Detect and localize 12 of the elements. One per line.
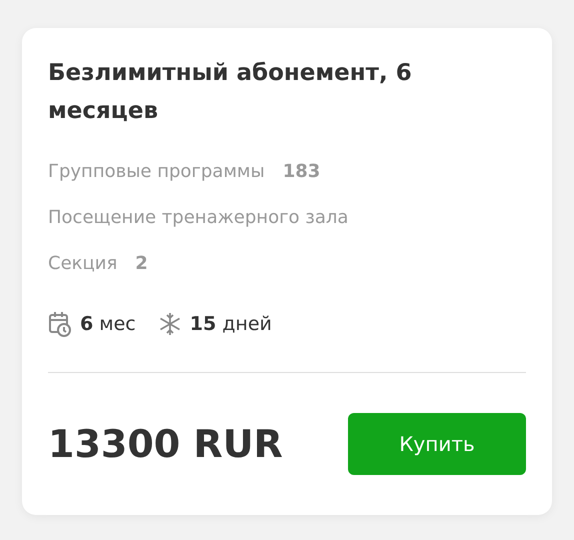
duration-term: 6 мес xyxy=(80,313,136,335)
price: 13300 RUR xyxy=(48,422,283,466)
plan-title: Безлимитный абонемент, 6 месяцев xyxy=(48,59,413,126)
snowflake-icon xyxy=(158,312,182,336)
calendar-clock-icon xyxy=(48,311,72,337)
feature-label: Групповые программы xyxy=(48,160,265,182)
freeze-term: 15 дней xyxy=(190,313,272,335)
feature-count: 183 xyxy=(282,160,320,182)
feature-label: Секция xyxy=(48,252,118,274)
feature-label: Посещение тренажерного зала xyxy=(48,206,348,228)
feature-count: 2 xyxy=(135,252,148,274)
buy-button[interactable]: Купить xyxy=(348,413,526,475)
